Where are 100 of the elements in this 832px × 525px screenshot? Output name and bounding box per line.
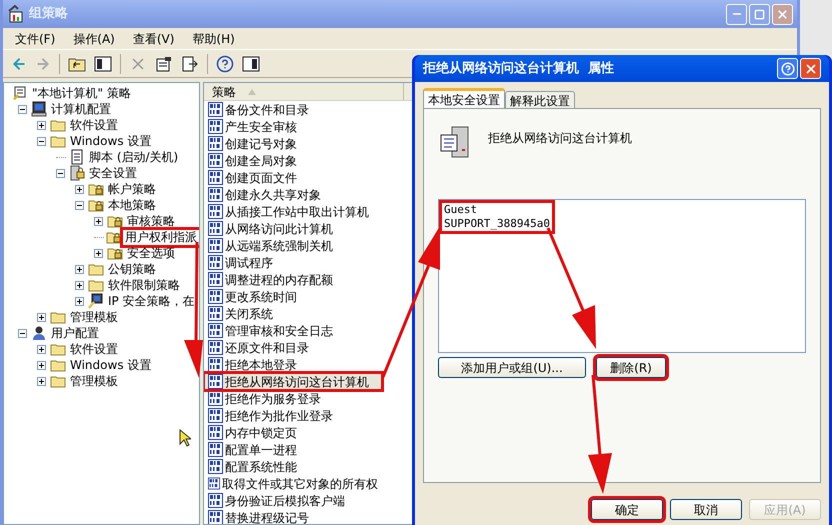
policy-icon [208,272,223,287]
policy-row[interactable]: 关闭系统 [204,305,382,322]
policy-row[interactable]: 拒绝本地登录 [204,356,382,373]
policy-row[interactable]: 从插接工作站中取出计算机 [204,203,382,220]
tree-item[interactable]: 软件设置 [68,118,120,132]
policy-row[interactable]: 配置系统性能 [204,458,382,475]
policy-icon [208,221,223,236]
tree-item[interactable]: 管理模板 [68,310,120,324]
policy-row[interactable]: 拒绝作为服务登录 [204,390,382,407]
up-folder-icon[interactable] [68,56,86,72]
collapse-box[interactable] [75,200,84,210]
policy-row[interactable]: 创建全局对象 [204,152,382,169]
properties-icon[interactable] [155,56,173,72]
policy-row[interactable]: 替换进程级记号 [204,509,382,524]
policy-row[interactable]: 创建记号对象 [204,135,382,152]
tree-item[interactable]: Windows 设置 [68,134,154,148]
dialog-button[interactable]: 删除(R) [596,357,666,378]
collapse-box[interactable] [18,328,27,338]
folder-icon [50,358,66,372]
tree-item[interactable]: 帐户策略 [106,182,158,196]
tree-item[interactable]: 审核策略 [125,214,177,228]
policy-row[interactable]: 身份验证后模拟客户端 [204,492,382,509]
user-entry[interactable]: Guest [444,203,550,217]
menu-item[interactable]: 查看(V) [128,30,178,48]
export-icon[interactable] [181,56,199,72]
dialog-button[interactable]: 添加用户或组(U)... [438,357,586,378]
app-icon [7,5,25,23]
help-button[interactable] [777,58,798,79]
policy-icon [208,136,223,151]
tab[interactable]: 解释此设置 [505,91,575,108]
user-icon [31,325,47,341]
folder-icon [50,310,66,324]
dialog-title: 拒绝从网络访问这台计算机 属性 [423,60,614,78]
policy-row[interactable]: 创建页面文件 [204,169,382,186]
tree-item[interactable]: 安全选项 [125,246,177,260]
expand-box[interactable] [75,296,84,306]
help-icon[interactable] [216,54,234,72]
back-icon[interactable] [11,56,27,72]
help-icon [780,62,794,76]
policy-icon [208,374,223,389]
tree-toggle-icon[interactable] [94,56,112,72]
policy-row[interactable]: 管理审核和安全日志 [204,322,382,339]
folder-icon [88,262,104,276]
tree-item[interactable]: 安全设置 [87,166,139,180]
policy-row[interactable]: 调整进程的内存配额 [204,271,382,288]
tree-item[interactable]: 脚本 (启动/关机) [87,150,180,164]
expand-box[interactable] [75,184,84,194]
policy-name: 拒绝从网络访问这台计算机 [488,130,632,147]
policy-icon [208,425,223,440]
tree-item[interactable]: 用户权利指派 [123,230,199,244]
user-entry[interactable]: SUPPORT_388945a0 [444,217,550,231]
dialog-button[interactable]: 确定 [591,499,663,520]
folder-icon [88,278,104,292]
policy-row[interactable]: 内存中锁定页 [204,424,382,441]
tree-item[interactable]: Windows 设置 [68,358,154,372]
tree-item[interactable]: 计算机配置 [49,102,113,116]
tab[interactable]: 本地安全设置 [423,88,505,108]
policy-row[interactable]: 还原文件和目录 [204,339,382,356]
collapse-box[interactable] [37,136,46,146]
expand-box[interactable] [94,248,103,258]
policy-row[interactable]: 创建永久共享对象 [204,186,382,203]
expand-box[interactable] [37,360,46,370]
expand-box[interactable] [75,280,84,290]
dialog-button[interactable]: 取消 [670,499,742,520]
tree-item[interactable]: IP 安全策略，在 [106,294,197,308]
menu-item[interactable]: 文件(F) [11,30,60,48]
panel-toggle-icon[interactable] [242,56,260,72]
collapse-box[interactable] [56,168,65,178]
close-button[interactable] [800,58,821,79]
expand-box[interactable] [37,312,46,322]
policy-icon [208,391,223,406]
policy-row[interactable]: 从网络访问此计算机 [204,220,382,237]
policy-icon [208,493,223,508]
policy-row[interactable]: 从远端系统强制关机 [204,237,382,254]
policy-icon [208,153,223,168]
expand-box[interactable] [37,376,46,386]
expand-box[interactable] [75,264,84,274]
menu-item[interactable]: 操作(A) [69,30,119,48]
menu-item[interactable]: 帮助(H) [188,30,239,48]
expand-box[interactable] [37,344,46,354]
tree-item[interactable]: "本地计算机" 策略 [30,86,133,100]
tree-item[interactable]: 用户配置 [49,326,101,340]
policy-icon [208,408,223,423]
tree-item[interactable]: 软件限制策略 [106,278,182,292]
policy-row[interactable]: 更改系统时间 [204,288,382,305]
expand-box[interactable] [94,216,103,226]
policy-row[interactable]: 备份文件和目录 [204,101,382,118]
tree-item[interactable]: 本地策略 [106,198,158,212]
policy-row[interactable]: 取得文件或其它对象的所有权 [204,475,382,492]
tree-item[interactable]: 管理模板 [68,374,120,388]
folder-icon [50,374,66,388]
tree-item[interactable]: 软件设置 [68,342,120,356]
tree-item[interactable]: 公钥策略 [106,262,158,276]
policy-row[interactable]: 调试程序 [204,254,382,271]
policy-row[interactable]: 拒绝作为批作业登录 [204,407,382,424]
collapse-box[interactable] [18,104,27,114]
policy-row[interactable]: 拒绝从网络访问这台计算机 [204,373,382,390]
policy-row[interactable]: 产生安全审核 [204,118,382,135]
policy-row[interactable]: 配置单一进程 [204,441,382,458]
expand-box[interactable] [37,120,46,130]
